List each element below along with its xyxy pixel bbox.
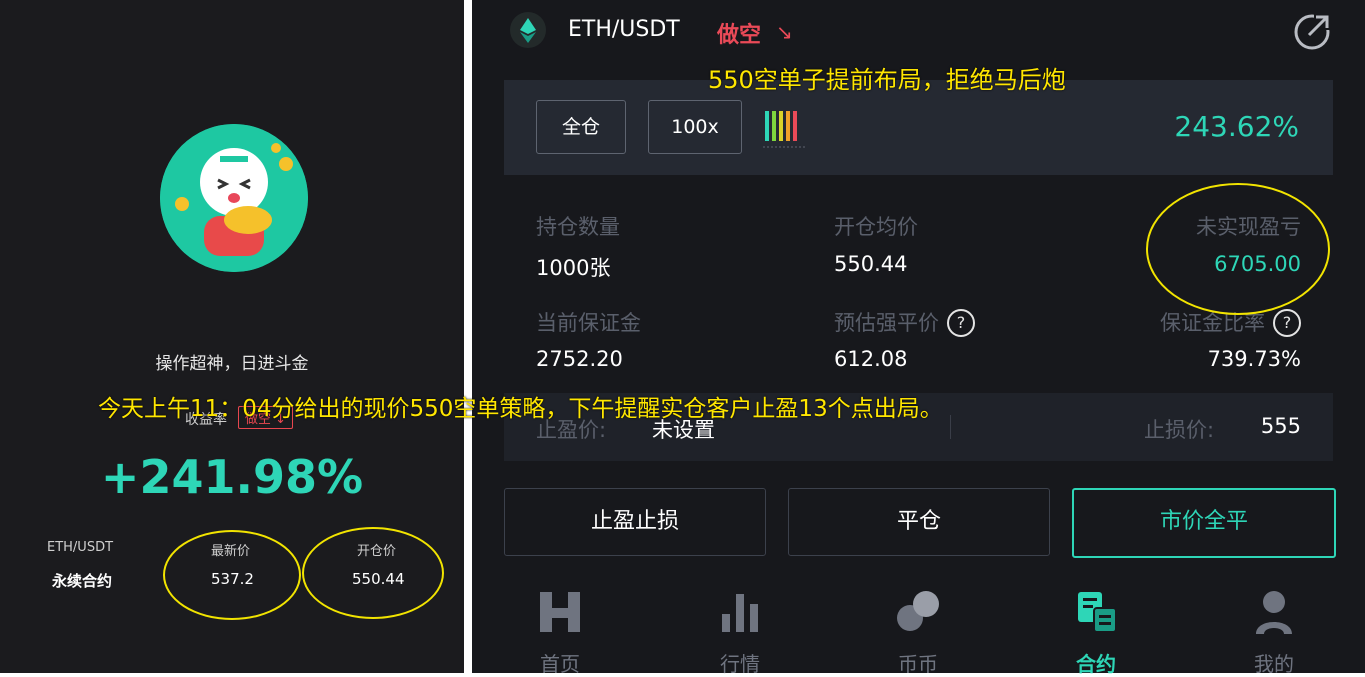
profile-icon — [1250, 588, 1298, 636]
tpsl-button[interactable]: 止盈止损 — [504, 488, 766, 556]
help-icon[interactable]: ? — [1273, 309, 1301, 337]
sl-label: 止损价: — [1144, 418, 1215, 442]
qty-label: 持仓数量 — [536, 215, 620, 239]
margin-ratio-label-text: 保证金比率 — [1160, 311, 1265, 335]
highlight-circle-pnl — [1146, 183, 1330, 315]
market-close-all-button[interactable]: 市价全平 — [1072, 488, 1336, 558]
sl-value: 555 — [1260, 414, 1301, 438]
liq-price-value: 612.08 — [834, 347, 908, 371]
nav-contract[interactable]: 合约 — [1036, 584, 1156, 676]
card-contract-type: 永续合约 — [52, 572, 113, 590]
liq-price-label: 预估强平价? — [834, 307, 975, 337]
market-chart-icon — [716, 588, 764, 636]
liq-price-label-text: 预估强平价 — [834, 311, 939, 335]
nav-home[interactable]: 首页 — [500, 584, 620, 676]
tagline: 操作超神，日进斗金 — [155, 354, 309, 374]
margin-label: 当前保证金 — [536, 311, 641, 335]
position-side: 做空 — [717, 23, 762, 48]
nav-profile[interactable]: 我的 — [1214, 584, 1334, 676]
pair-title[interactable]: ETH/USDT — [568, 17, 680, 42]
coins-icon — [894, 588, 942, 636]
close-position-button[interactable]: 平仓 — [788, 488, 1050, 556]
leverage-level-icon — [763, 109, 805, 149]
margin-mode-button[interactable]: 全仓 — [536, 100, 626, 154]
home-icon — [536, 588, 584, 636]
ethereum-icon — [510, 12, 546, 48]
contract-icon — [1072, 588, 1120, 636]
annotation-top-caption: 550空单子提前布局，拒绝马后炮 — [708, 66, 1066, 94]
panel-divider — [464, 0, 472, 673]
margin-value: 2752.20 — [536, 347, 623, 371]
nav-spot[interactable]: 币币 — [858, 584, 978, 676]
position-panel: ETH/USDT 做空 ↘ 全仓 100x 243.62% 持仓数量 1000张… — [472, 0, 1365, 676]
qty-value: 1000张 — [536, 256, 611, 280]
tiger-mascot-icon — [160, 124, 308, 272]
highlight-circle-latest-price — [163, 530, 301, 620]
down-arrow-icon: ↘ — [776, 20, 793, 44]
pnl-percent: 243.62% — [1174, 110, 1299, 143]
help-icon[interactable]: ? — [947, 309, 975, 337]
annotation-main-caption: 今天上午11：04分给出的现价550空单策略，下午提醒实仓客户止盈13个点出局。 — [98, 396, 943, 422]
tpsl-divider — [950, 415, 951, 439]
avg-open-label: 开仓均价 — [834, 215, 918, 239]
avg-open-value: 550.44 — [834, 252, 908, 276]
share-icon[interactable] — [1292, 12, 1332, 52]
roi-value: +241.98% — [100, 450, 364, 504]
leverage-button[interactable]: 100x — [648, 100, 742, 154]
nav-market[interactable]: 行情 — [680, 584, 800, 676]
margin-ratio-value: 739.73% — [1207, 347, 1301, 371]
highlight-circle-open-price — [302, 527, 444, 619]
card-pair: ETH/USDT — [47, 540, 114, 555]
